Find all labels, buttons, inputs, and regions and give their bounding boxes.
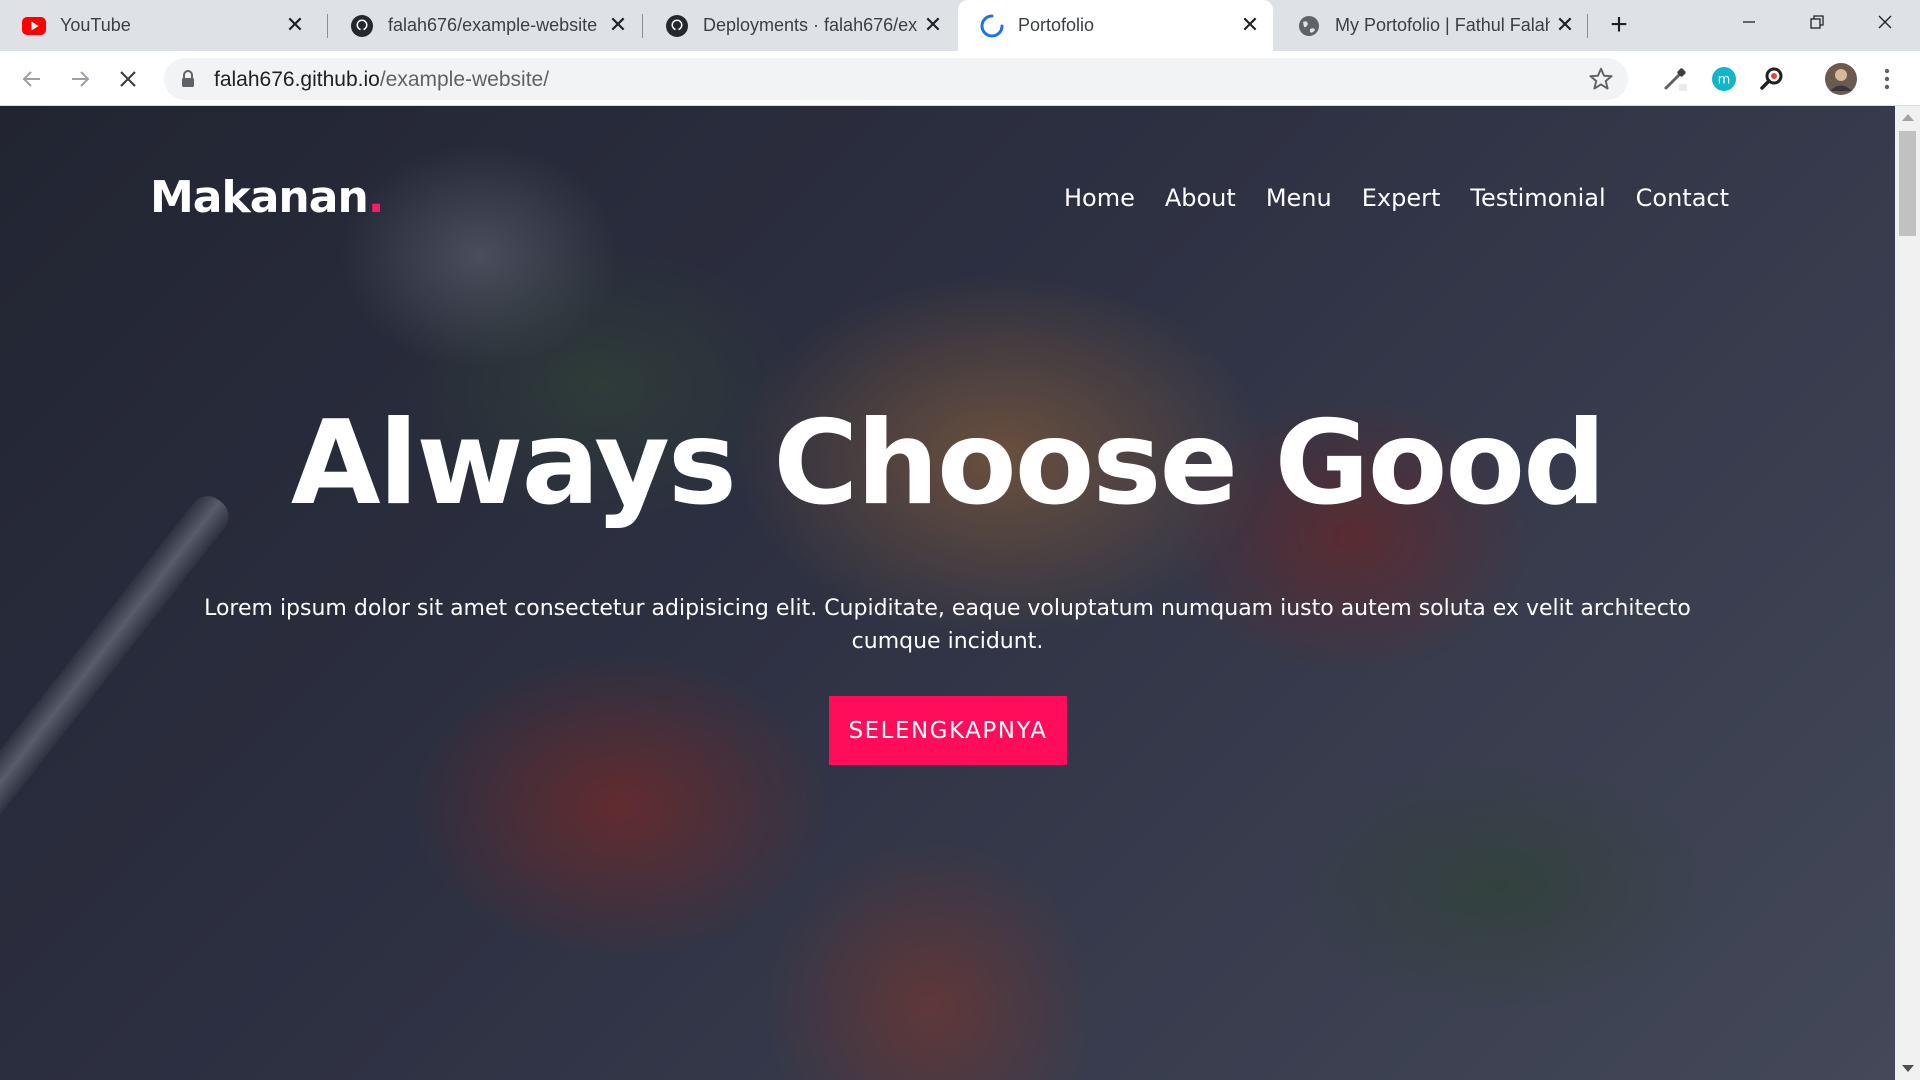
close-window-button[interactable]	[1850, 0, 1920, 44]
page-scrollbar[interactable]	[1895, 106, 1920, 1080]
minimize-icon	[1743, 21, 1755, 23]
nav-menu[interactable]: Menu	[1266, 184, 1332, 212]
globe-icon	[1297, 14, 1321, 38]
url-host: falah676.github.io	[214, 68, 380, 91]
github-icon	[665, 14, 689, 38]
avatar-icon	[1825, 63, 1857, 95]
cta-button[interactable]: SELENGKAPNYA	[829, 696, 1067, 765]
tab-title: Deployments · falah676/exa	[703, 15, 918, 35]
scroll-down-arrow-icon[interactable]	[1902, 1065, 1914, 1072]
bookmark-star-icon[interactable]	[1588, 66, 1614, 97]
forward-button[interactable]	[63, 62, 97, 96]
tab-youtube[interactable]: YouTube ✕	[0, 0, 318, 51]
nav-home[interactable]: Home	[1064, 184, 1135, 212]
nav-contact[interactable]: Contact	[1636, 184, 1729, 212]
close-tab-icon[interactable]: ✕	[1239, 14, 1261, 36]
m-extension-icon[interactable]: m	[1709, 64, 1739, 94]
github-icon	[350, 14, 374, 38]
stop-loading-button[interactable]	[111, 62, 145, 96]
close-tab-icon[interactable]: ✕	[922, 14, 944, 36]
page-viewport: Makanan. Home About Menu Expert Testimon…	[0, 106, 1895, 1080]
site-logo[interactable]: Makanan.	[150, 172, 384, 223]
kebab-menu-icon[interactable]	[1872, 64, 1902, 94]
restore-button[interactable]	[1782, 0, 1852, 44]
new-tab-button[interactable]: +	[1604, 10, 1634, 40]
tab-title: My Portofolio | Fathul Falah	[1335, 15, 1550, 35]
browser-tab-strip: YouTube ✕ falah676/example-website ✕ Dep…	[0, 0, 1920, 51]
youtube-icon	[22, 14, 46, 38]
tab-my-portofolio[interactable]: My Portofolio | Fathul Falah ✕	[1275, 0, 1588, 51]
tab-title: Portofolio	[1018, 15, 1095, 35]
scrollbar-thumb[interactable]	[1899, 131, 1916, 236]
tab-portofolio-active[interactable]: Portofolio ✕	[958, 0, 1273, 51]
tab-title: YouTube	[60, 15, 131, 35]
back-arrow-icon	[22, 71, 40, 87]
browser-toolbar: falah676.github.io/example-website/ m	[0, 51, 1920, 106]
search-extension-icon[interactable]	[1757, 64, 1787, 94]
nav-expert[interactable]: Expert	[1362, 184, 1441, 212]
tab-separator	[1587, 14, 1588, 38]
forward-arrow-icon	[72, 71, 90, 87]
stop-x-icon	[120, 71, 136, 87]
minimize-button[interactable]	[1714, 0, 1784, 44]
close-icon	[1878, 15, 1892, 29]
address-bar[interactable]: falah676.github.io/example-website/	[164, 58, 1628, 100]
back-button[interactable]	[15, 62, 49, 96]
scroll-up-arrow-icon[interactable]	[1902, 114, 1914, 121]
hero-lead-text: Lorem ipsum dolor sit amet consectetur a…	[204, 596, 1691, 654]
restore-icon	[1810, 15, 1824, 29]
url-text: falah676.github.io/example-website/	[214, 68, 549, 92]
tab-github-repo[interactable]: falah676/example-website ✕	[328, 0, 641, 51]
close-tab-icon[interactable]: ✕	[1554, 14, 1576, 36]
svg-text:m: m	[1718, 73, 1731, 88]
hero-headline: Always Choose Good	[290, 396, 1606, 531]
lock-icon	[180, 69, 196, 94]
tab-title: falah676/example-website	[388, 15, 598, 35]
url-path: /example-website/	[379, 68, 550, 91]
nav-testimonial[interactable]: Testimonial	[1470, 184, 1605, 212]
main-nav: Home About Menu Expert Testimonial Conta…	[1064, 184, 1729, 212]
loading-spinner-icon	[980, 14, 1004, 38]
nav-about[interactable]: About	[1165, 184, 1236, 212]
eyedropper-extension-icon[interactable]	[1660, 64, 1690, 94]
logo-dot: .	[367, 172, 385, 223]
close-tab-icon[interactable]: ✕	[607, 14, 629, 36]
close-tab-icon[interactable]: ✕	[284, 14, 306, 36]
profile-avatar[interactable]	[1822, 60, 1860, 98]
logo-text: Makanan	[150, 172, 369, 223]
tab-github-deployments[interactable]: Deployments · falah676/exa ✕	[643, 0, 956, 51]
